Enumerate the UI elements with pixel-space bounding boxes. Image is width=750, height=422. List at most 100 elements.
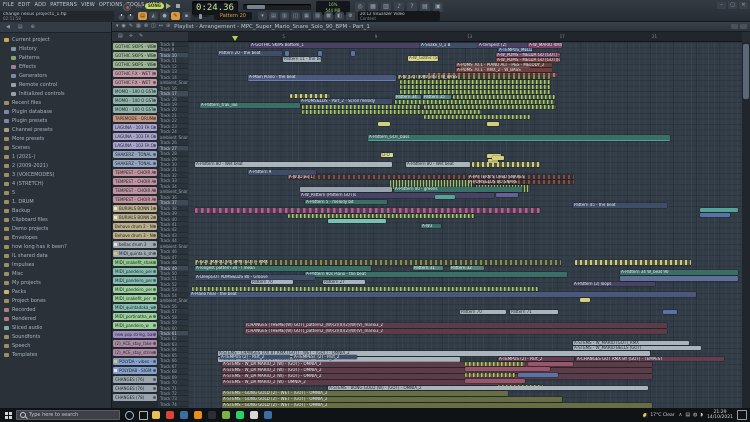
pattern-selector[interactable]: Pattern 20 [214, 12, 252, 20]
playlist-clip[interactable]: A-W1D ws 1 [288, 175, 466, 179]
channel-rack-icon[interactable]: ▨ [313, 12, 322, 20]
playlist-clip[interactable]: Pattern 35 [423, 95, 451, 99]
paint-icon[interactable]: ▦ [136, 22, 141, 31]
picker-clip-midi-pandeiro-per[interactable]: MIDI_pandeiro_per [113, 277, 157, 284]
picker-clip--2-ace-stay-fake[interactable]: (2)_ACE_stay_fake [113, 340, 157, 347]
mute-led[interactable] [153, 234, 156, 237]
mute-led[interactable] [153, 81, 156, 84]
playlist-clip[interactable]: A-Pattern 90s Piano - the beat [305, 272, 567, 277]
browser-item-impulses[interactable]: Impulses [0, 260, 111, 269]
picker-clip-midi-quinta-k-shak[interactable]: MIDI_quinta k_shak [113, 250, 157, 257]
browser-item-project-bones[interactable]: Project bones [0, 296, 111, 305]
mute-led[interactable] [153, 117, 156, 120]
pencil-icon[interactable]: ✎ [129, 22, 133, 31]
playlist-clip[interactable]: A-GOT_MARIO_90_BPM (GOT) - RMX [195, 260, 561, 265]
mute-led[interactable] [153, 99, 156, 102]
picker-clip-laguna-103-fa-c-b[interactable]: LAGUNA - 103 FA C B [113, 133, 157, 140]
mute-led[interactable] [153, 54, 156, 57]
song-position-thumb[interactable] [247, 5, 265, 9]
picker-clip-shakerz-tonal-sidy[interactable]: SHAKERZ - TONAL SIDY [113, 160, 157, 167]
picker-clip-burials-bonn-1[interactable]: BURIALS BONN 1 [113, 205, 157, 212]
playlist-clip[interactable]: A-Pattern_trak_loo [200, 103, 300, 108]
stop-button[interactable] [176, 4, 180, 8]
browser-item-rendered[interactable]: Rendered [0, 314, 111, 323]
weather-widget[interactable]: 17°C Clear [643, 413, 674, 418]
playlist-clip[interactable]: A-PATTERN'S CHED SNARES [468, 175, 574, 179]
menu-item-file[interactable]: FILE [3, 1, 14, 10]
playlist-clip[interactable] [424, 105, 556, 109]
sharex-icon[interactable] [222, 411, 230, 419]
menu-item-patterns[interactable]: PATTERNS [50, 1, 77, 10]
countdown-icon[interactable]: ✎ [171, 12, 180, 20]
picker-view-icon[interactable]: ▤ [118, 32, 123, 41]
playlist-titlebar[interactable]: ▾◉✎▦⊗◫↔⊕ Playlist - Arrangement - MPC_Su… [112, 22, 750, 32]
picker-clip-new-pop-string-bas[interactable]: new pop string, bas [113, 331, 157, 338]
picker-clip-gothic-f-x-wet-2-[interactable]: GOTHIC F.X - WET (2) [113, 70, 157, 77]
menu-item-add[interactable]: ADD [34, 1, 46, 10]
playlist-clip[interactable] [465, 367, 550, 371]
browser-view-icon[interactable]: ▤ [18, 24, 23, 30]
mute-led[interactable] [153, 225, 156, 228]
playlist-clip[interactable]: A-Main Piano - the beat [248, 75, 396, 81]
playlist-clip[interactable]: Pattern 70 [251, 280, 293, 284]
piano-roll-icon[interactable]: ▦ [302, 12, 311, 20]
playlist-clip[interactable]: A-PDMS 70.1 - RMX_2 - W_BASS [456, 68, 552, 72]
playlist-clip[interactable]: A-Snake_0_1 B [420, 43, 478, 48]
playlist-clip[interactable]: A-Pattern 00 - greens [394, 187, 522, 192]
mute-led[interactable] [153, 90, 156, 93]
playlist-clip[interactable]: Pattern 11 - the beat [283, 57, 321, 62]
picker-clip-tapemode-drum-gbps[interactable]: TAPEMODE - DRUM GBPS [113, 115, 157, 122]
picker-clip-midi-quintadoka-w[interactable]: MIDI_quintadoka_w [113, 304, 157, 311]
playlist-clip[interactable] [620, 276, 738, 281]
playhead-marker[interactable] [232, 36, 238, 41]
playlist-clip[interactable]: A-W_MARIO RMX_2 [528, 43, 562, 48]
playlist-clip[interactable] [318, 51, 322, 56]
browser-toggle-icon[interactable]: ◧ [335, 12, 344, 20]
playlist-clip[interactable]: A-STEMS - BONG GOLD (W) - (GOT) - OMNIA_… [328, 386, 648, 390]
wait-input-icon[interactable]: ● [160, 12, 169, 20]
browser-item-4-stretch-[interactable]: 4 (STRETCH) [0, 179, 111, 188]
playlist-clip[interactable]: A-Pattern 5 - melody bit [305, 200, 387, 204]
browser-item-3-voicemodes-[interactable]: 3 (VOICEMODES) [0, 170, 111, 179]
playlist-clip[interactable] [300, 187, 392, 192]
maximize-button[interactable]: ▢ [728, 2, 737, 9]
song-mode-label[interactable]: SONG [145, 3, 164, 9]
playlist-clip[interactable] [453, 95, 555, 99]
notification-center-icon[interactable] [737, 410, 747, 420]
browser-item-packs[interactable]: Packs [0, 287, 111, 296]
delete-icon[interactable]: ⊗ [144, 22, 148, 31]
browser-item-generators[interactable]: Generators [0, 71, 111, 80]
picker-clip-midi-pandeiro-per[interactable]: MIDI_pandeiro_per [113, 286, 157, 293]
browser-item-clipboard-files[interactable]: Clipboard files [0, 215, 111, 224]
browser-item-recent-files[interactable]: Recent files [0, 98, 111, 107]
file-explorer-icon[interactable] [152, 411, 160, 419]
browser-item-1-2021-[interactable]: 1 (2021-) [0, 152, 111, 161]
picker-clip-momo-100-o-gst-al[interactable]: MOMO - 100 O GST AL [113, 97, 157, 104]
playlist-clip[interactable] [700, 208, 738, 212]
magnet-icon[interactable]: ◉ [122, 22, 126, 31]
task-view-icon[interactable] [139, 411, 148, 420]
browser-item-remote-control[interactable]: Remote control [0, 80, 111, 89]
browser-item-5[interactable]: 5 [0, 188, 111, 197]
menu-item-options[interactable]: OPTIONS [99, 1, 123, 10]
browser-item-backup[interactable]: Backup [0, 206, 111, 215]
picker-clip-polydab-sigm[interactable]: POLYDAB - SIGM [113, 367, 157, 374]
picker-clip-bellas-drum-3[interactable]: bellas drum 3 [113, 241, 157, 248]
playlist-clip[interactable]: A-STEMS - W_DA MARIO_2 (W) - (GOT) - OMN… [222, 368, 652, 373]
playlist-clip[interactable]: Pattern 20 - the beat [218, 51, 282, 56]
picker-clip-changes-76-[interactable]: CHANGES (76) [113, 385, 157, 392]
picker-clip-midi-snakefit-per[interactable]: MIDI_snakefit_per [113, 295, 157, 302]
vertical-scrollbar-thumb[interactable] [743, 44, 749, 99]
mute-led[interactable] [153, 351, 156, 354]
browser-item-effects[interactable]: Effects [0, 62, 111, 71]
fl-studio-icon[interactable] [194, 411, 202, 419]
browser-item-templates[interactable]: Templates [0, 350, 111, 359]
start-button[interactable] [0, 408, 16, 422]
steam-icon[interactable] [180, 411, 188, 419]
playlist-clip[interactable] [395, 100, 555, 104]
browser-item-recorded[interactable]: Recorded [0, 305, 111, 314]
tray-icon-0[interactable]: ∧ [679, 412, 683, 418]
mute-led[interactable] [153, 306, 156, 309]
browser-item-2-2009-2021-[interactable]: 2 (2009-2021) [0, 161, 111, 170]
track-header[interactable]: Track 74 [158, 402, 188, 407]
